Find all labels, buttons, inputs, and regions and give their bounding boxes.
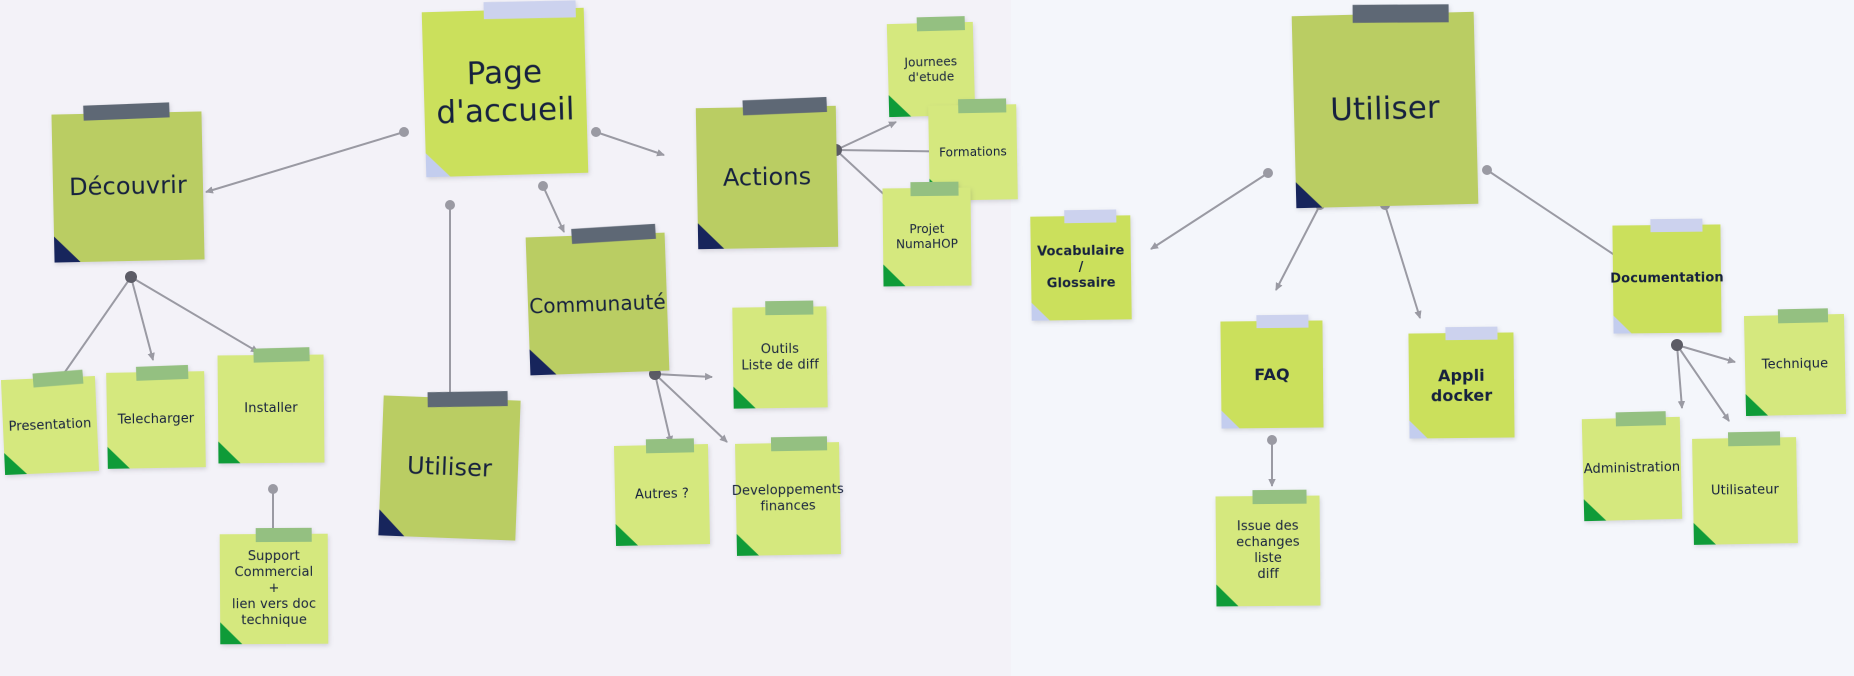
note-label: Journees d'etude <box>904 54 958 85</box>
mindmap-canvas: Découvrir Page d'accueil Actions Communa… <box>0 0 1854 676</box>
note-fold-corner <box>1295 181 1323 209</box>
note-tape <box>135 364 189 381</box>
note-utiliser-left[interactable]: Utiliser <box>378 391 521 541</box>
note-tape <box>770 436 828 452</box>
note-tape <box>255 527 312 543</box>
note-documentation[interactable]: Documentation <box>1610 218 1724 334</box>
note-fold-corner <box>615 523 639 546</box>
note-tape <box>645 438 695 454</box>
note-tape <box>958 98 1007 114</box>
note-fold-corner <box>218 441 241 464</box>
note-tape <box>483 0 576 20</box>
note-label: Issue des echanges liste diff <box>1236 519 1300 582</box>
note-presentation[interactable]: Presentation <box>0 369 100 476</box>
note-tape <box>916 16 965 32</box>
note-label: Appli docker <box>1430 365 1493 405</box>
note-tape <box>1256 314 1309 329</box>
note-label: Outils Liste de diff <box>741 341 819 374</box>
note-administration[interactable]: Administration <box>1581 411 1683 522</box>
note-tape <box>765 300 814 316</box>
note-appli-docker[interactable]: Appli docker <box>1408 326 1515 439</box>
note-fold-corner <box>378 509 406 537</box>
note-telecharger[interactable]: Telecharger <box>106 364 206 469</box>
note-fold-corner <box>1745 393 1769 417</box>
note-fold-corner <box>425 152 451 178</box>
note-fold-corner <box>1693 522 1716 545</box>
note-label: Administration <box>1583 459 1681 478</box>
note-tape <box>910 181 959 197</box>
note-tape <box>1727 431 1781 447</box>
note-label: Formations <box>938 144 1008 160</box>
note-label: Technique <box>1761 356 1829 373</box>
note-issue-echanges[interactable]: Issue des echanges liste diff <box>1215 489 1321 607</box>
note-page-accueil[interactable]: Page d'accueil <box>421 0 589 178</box>
note-developpements-finances[interactable]: Developpements finances <box>732 436 844 556</box>
note-label: Telecharger <box>117 411 195 428</box>
note-label: Installer <box>244 400 298 417</box>
note-label: Developpements finances <box>731 482 844 515</box>
note-technique[interactable]: Technique <box>1743 308 1847 417</box>
note-label: Projet NumaHOP <box>895 222 959 252</box>
note-fold-corner <box>1216 584 1239 607</box>
note-tape <box>427 391 508 408</box>
note-installer[interactable]: Installer <box>217 347 325 464</box>
note-fold-corner <box>736 533 759 556</box>
note-faq[interactable]: FAQ <box>1220 314 1324 429</box>
note-fold-corner <box>1583 498 1607 522</box>
note-fold-corner <box>529 348 557 376</box>
note-fold-corner <box>883 264 906 287</box>
note-label: Utiliser <box>1329 89 1441 129</box>
note-label: Découvrir <box>68 171 188 202</box>
note-tape <box>253 347 310 363</box>
note-fold-corner <box>1613 315 1632 334</box>
note-fold-corner <box>733 386 756 409</box>
note-tape <box>1615 411 1666 427</box>
note-actions[interactable]: Actions <box>695 96 839 250</box>
note-fold-corner <box>888 94 912 118</box>
note-outils-liste-diff[interactable]: Outils Liste de diff <box>732 300 828 409</box>
note-label: Support Commercial + lien vers doc techn… <box>231 549 317 628</box>
note-label: Actions <box>722 162 812 192</box>
note-tape <box>1445 326 1498 341</box>
note-projet-numahop[interactable]: Projet NumaHOP <box>882 181 972 287</box>
note-vocabulaire-glossaire[interactable]: Vocabulaire / Glossaire <box>1030 209 1132 321</box>
note-communaute[interactable]: Communauté <box>525 223 670 376</box>
note-autres[interactable]: Autres ? <box>613 438 711 546</box>
note-support[interactable]: Support Commercial + lien vers doc techn… <box>219 527 329 645</box>
note-label: Utiliser <box>406 451 493 483</box>
note-fold-corner <box>54 236 81 263</box>
note-tape <box>1650 218 1703 233</box>
note-label: Documentation <box>1610 270 1724 287</box>
note-tape <box>1352 4 1449 23</box>
note-fold-corner <box>107 446 130 469</box>
note-label: Page d'accueil <box>435 53 576 131</box>
note-fold-corner <box>697 222 725 250</box>
note-label: Autres ? <box>634 486 690 503</box>
note-label: FAQ <box>1254 364 1290 384</box>
note-tape <box>1777 308 1829 324</box>
note-label: Vocabulaire / Glossaire <box>1037 243 1125 292</box>
note-fold-corner <box>1031 302 1050 321</box>
note-label: Utilisateur <box>1710 482 1780 499</box>
note-fold-corner <box>4 452 28 476</box>
note-tape <box>1252 489 1307 505</box>
note-utilisateur[interactable]: Utilisateur <box>1692 431 1798 545</box>
note-utiliser-main[interactable]: Utiliser <box>1291 4 1479 209</box>
note-decouvrir[interactable]: Découvrir <box>51 102 205 263</box>
note-fold-corner <box>1409 420 1428 439</box>
note-fold-corner <box>1221 410 1240 429</box>
note-tape <box>1064 209 1117 224</box>
